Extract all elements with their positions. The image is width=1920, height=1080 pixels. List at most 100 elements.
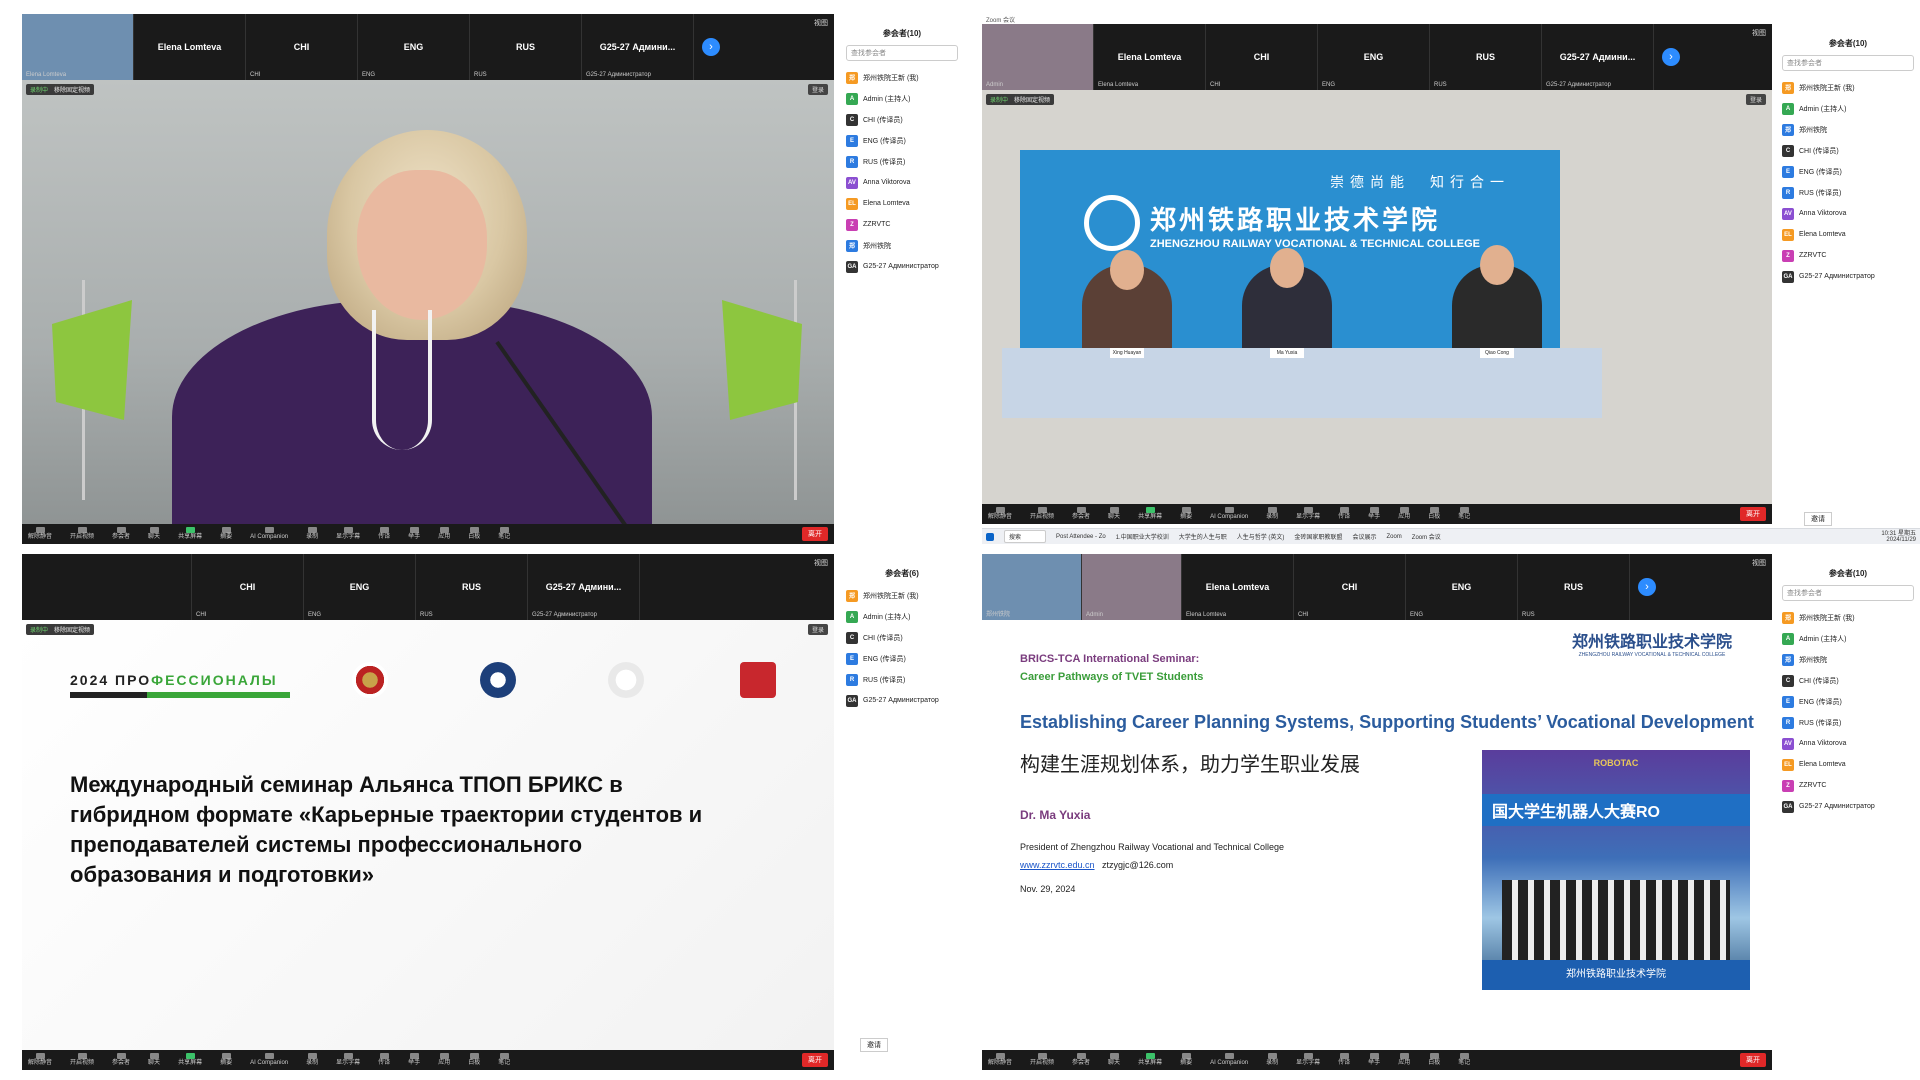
participant-row[interactable]: E ENG (传译员): [1782, 161, 1914, 182]
participant-row[interactable]: R RUS (传译员): [1782, 182, 1914, 203]
tile-chi[interactable]: CHI CHI: [246, 14, 358, 80]
toolbar-button[interactable]: 举手: [408, 1053, 420, 1067]
next-page-button[interactable]: ›: [702, 38, 720, 56]
tile-chi[interactable]: CHI CHI: [1294, 554, 1406, 620]
toolbar-button[interactable]: 解除静音: [28, 1053, 52, 1067]
participant-row[interactable]: EL Elena Lomteva: [1782, 754, 1914, 775]
toolbar-button[interactable]: 开启视频: [70, 527, 94, 541]
participant-row[interactable]: GA G25-27 Администратор: [1782, 266, 1914, 287]
toolbar-button[interactable]: 聊天: [148, 1053, 160, 1067]
toolbar-button[interactable]: 解除静音: [988, 507, 1012, 521]
participant-row[interactable]: A Admin (主持人): [846, 88, 958, 109]
toolbar-button[interactable]: 聊天: [148, 527, 160, 541]
thumbnail-video[interactable]: 郑州铁院: [982, 554, 1082, 620]
participant-row[interactable]: A Admin (主持人): [1782, 98, 1914, 119]
thumbnail-video[interactable]: Admin: [1082, 554, 1182, 620]
toolbar-button[interactable]: 参会者: [1072, 1053, 1090, 1067]
toolbar-button[interactable]: 显示字幕: [336, 527, 360, 541]
taskbar-item[interactable]: 会议展示: [1352, 532, 1376, 541]
view-button[interactable]: 视图: [1752, 28, 1766, 38]
tile-eng[interactable]: ENG ENG: [1318, 24, 1430, 90]
next-page-button[interactable]: ›: [1662, 48, 1680, 66]
participant-row[interactable]: Z ZZRVTC: [846, 214, 958, 235]
tile-eng[interactable]: ENG ENG: [304, 554, 416, 620]
toolbar-button[interactable]: 显示字幕: [1296, 507, 1320, 521]
participant-row[interactable]: R RUS (传译员): [846, 151, 958, 172]
participant-row[interactable]: 郑郑州铁院: [846, 235, 958, 256]
toolbar-button[interactable]: 共享屏幕: [178, 527, 202, 541]
toolbar-button[interactable]: 应用: [438, 527, 450, 541]
participant-row[interactable]: C CHI (传译员): [1782, 670, 1914, 691]
taskbar-item[interactable]: Post Attendee - Zo: [1056, 534, 1106, 540]
participant-row[interactable]: 郑郑州铁院王新 (我): [846, 585, 958, 606]
participant-row[interactable]: C CHI (传译员): [846, 627, 958, 648]
participant-row[interactable]: 郑郑州铁院王新 (我): [846, 67, 958, 88]
participant-row[interactable]: C CHI (传译员): [846, 109, 958, 130]
participant-row[interactable]: A Admin (主持人): [1782, 628, 1914, 649]
leave-button[interactable]: 离开: [1740, 507, 1766, 521]
participant-row[interactable]: EL Elena Lomteva: [846, 193, 958, 214]
participant-row[interactable]: 郑郑州铁院王新 (我): [1782, 607, 1914, 628]
toolbar-button[interactable]: 录制: [1266, 507, 1278, 521]
toolbar-button[interactable]: 显示字幕: [1296, 1053, 1320, 1067]
view-button[interactable]: 视图: [1752, 558, 1766, 568]
toolbar-button[interactable]: 录制: [306, 1053, 318, 1067]
toolbar-button[interactable]: 白板: [468, 527, 480, 541]
toolbar-button[interactable]: 聊天: [1108, 1053, 1120, 1067]
taskbar-search[interactable]: 搜索: [1004, 530, 1047, 543]
toolbar-button[interactable]: 应用: [1398, 1053, 1410, 1067]
toolbar-button[interactable]: 共享屏幕: [1138, 507, 1162, 521]
invite-button[interactable]: 邀请: [1804, 512, 1832, 526]
participant-row[interactable]: 郑郑州铁院: [1782, 649, 1914, 670]
toolbar-button[interactable]: AI Companion: [1210, 507, 1248, 521]
toolbar-button[interactable]: 聊天: [1108, 507, 1120, 521]
login-button[interactable]: 登录: [1745, 94, 1766, 105]
toolbar-button[interactable]: 开启视频: [1030, 1053, 1054, 1067]
toolbar-button[interactable]: 摘要: [1180, 1053, 1192, 1067]
toolbar-button[interactable]: 应用: [1398, 507, 1410, 521]
toolbar-button[interactable]: 传译: [378, 1053, 390, 1067]
participant-row[interactable]: R RUS (传译员): [1782, 712, 1914, 733]
toolbar-button[interactable]: 参会者: [112, 1053, 130, 1067]
invite-button[interactable]: 邀请: [860, 1038, 888, 1052]
participant-row[interactable]: A Admin (主持人): [846, 606, 958, 627]
tile-rus[interactable]: RUS RUS: [1430, 24, 1542, 90]
taskbar-item[interactable]: 金砖国家职教联盟: [1294, 532, 1342, 541]
participant-row[interactable]: AV Anna Viktorova: [1782, 203, 1914, 224]
participant-row[interactable]: GA G25-27 Администратор: [846, 256, 958, 277]
toolbar-button[interactable]: 笔记: [498, 527, 510, 541]
tile-g25[interactable]: G25-27 Админи... G25-27 Администратор: [582, 14, 694, 80]
tile-elena[interactable]: Elena Lomteva Elena Lomteva: [1182, 554, 1294, 620]
tile-rus[interactable]: RUS RUS: [416, 554, 528, 620]
toolbar-button[interactable]: 传译: [1338, 507, 1350, 521]
toolbar-button[interactable]: AI Companion: [1210, 1053, 1248, 1067]
view-button[interactable]: 视图: [814, 18, 828, 28]
toolbar-button[interactable]: 开启视频: [70, 1053, 94, 1067]
participant-row[interactable]: GA G25-27 Администратор: [1782, 796, 1914, 817]
taskbar-item[interactable]: 1.中国职业大学校训: [1116, 532, 1169, 541]
participant-row[interactable]: 郑郑州铁院王新 (我): [1782, 77, 1914, 98]
login-button[interactable]: 登录: [807, 84, 828, 95]
toolbar-button[interactable]: 摘要: [220, 1053, 232, 1067]
participant-search-input[interactable]: 查找参会者: [1782, 585, 1914, 601]
participant-row[interactable]: E ENG (传译员): [846, 130, 958, 151]
toolbar-button[interactable]: 共享屏幕: [178, 1053, 202, 1067]
tile-eng[interactable]: ENG ENG: [1406, 554, 1518, 620]
participant-row[interactable]: EL Elena Lomteva: [1782, 224, 1914, 245]
toolbar-button[interactable]: 举手: [1368, 507, 1380, 521]
toolbar-button[interactable]: 参会者: [1072, 507, 1090, 521]
participant-search-input[interactable]: 查找参会者: [846, 45, 958, 61]
thumbnail-video[interactable]: Elena Lomteva: [22, 14, 134, 80]
tile-elena[interactable]: Elena Lomteva Elena Lomteva: [1094, 24, 1206, 90]
participant-row[interactable]: Z ZZRVTC: [1782, 245, 1914, 266]
taskbar-item[interactable]: 大学生的人生与职: [1179, 532, 1227, 541]
taskbar-item[interactable]: Zoom: [1386, 534, 1401, 540]
participant-row[interactable]: E ENG (传译员): [1782, 691, 1914, 712]
toolbar-button[interactable]: 白板: [1428, 1053, 1440, 1067]
tile-rus[interactable]: RUS RUS: [470, 14, 582, 80]
toolbar-button[interactable]: 摘要: [1180, 507, 1192, 521]
leave-button[interactable]: 离开: [802, 527, 828, 541]
toolbar-button[interactable]: AI Companion: [250, 527, 288, 541]
toolbar-button[interactable]: AI Companion: [250, 1053, 288, 1067]
taskbar-item[interactable]: 人生与哲学 (英文): [1237, 532, 1285, 541]
